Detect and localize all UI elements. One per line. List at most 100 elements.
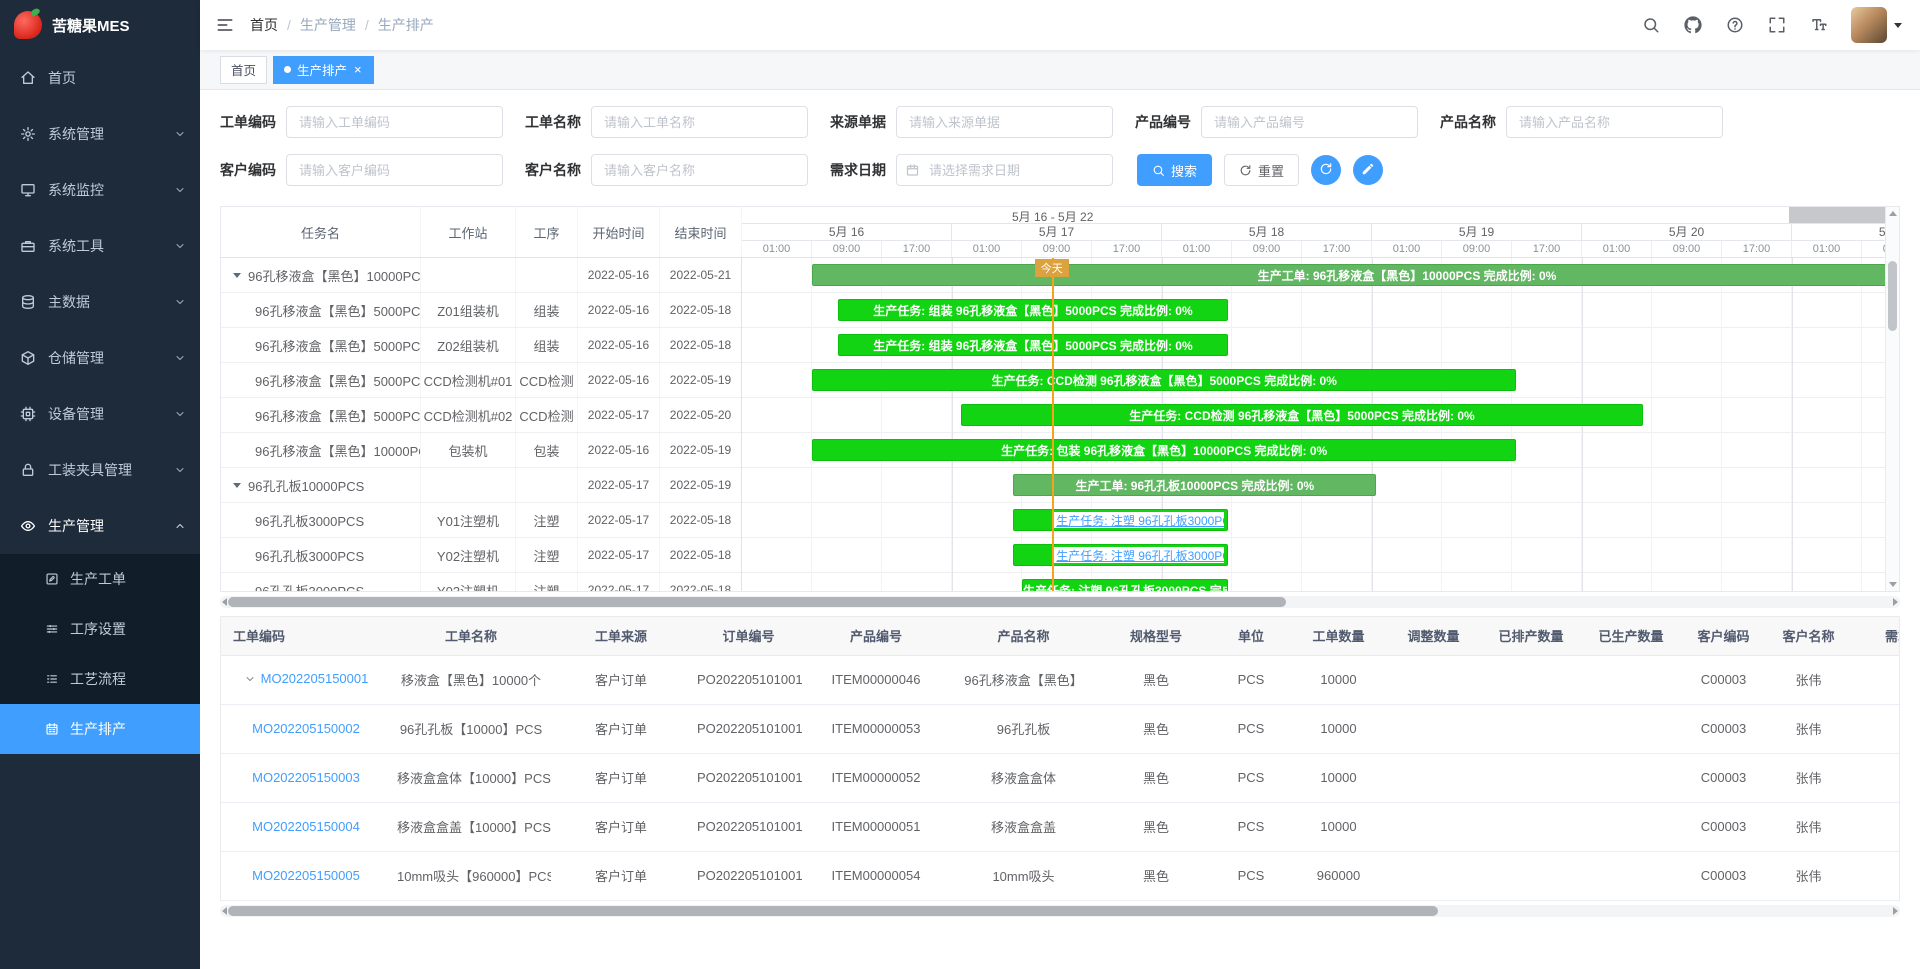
gantt-task-bar[interactable]: 生产任务: 注塑 96孔孔板3000PCS 完成比例: 0% [1013, 544, 1227, 566]
gantt-horizontal-scrollbar-thumb[interactable] [228, 597, 1286, 607]
orders-horizontal-scrollbar-thumb[interactable] [228, 906, 1438, 916]
filter-fields-row1: 工单编码工单名称来源单据产品编号产品名称 [220, 106, 1723, 138]
product-code-input[interactable] [1201, 106, 1418, 138]
order-spec: 黑色 [1101, 851, 1211, 900]
gantt-task-row[interactable]: 96孔移液盒【黑色】5000PCSZ01组装机组装2022-05-162022-… [221, 293, 741, 328]
scroll-left-icon[interactable] [222, 598, 227, 606]
edit-button[interactable] [1353, 155, 1383, 185]
product-name-input[interactable] [1506, 106, 1723, 138]
order-code-link[interactable]: MO202205150001 [261, 671, 369, 686]
expand-caret-icon[interactable] [233, 273, 241, 278]
orders-col-header: 客户编码 [1681, 617, 1766, 655]
github-icon[interactable] [1683, 15, 1703, 35]
refresh-button[interactable] [1311, 155, 1341, 185]
order-row[interactable]: MO202205150004移液盒盒盖【10000】PCS客户订单PO20220… [221, 802, 1900, 851]
order-qty: 10000 [1291, 655, 1386, 704]
gantt-task-row[interactable]: 96孔移液盒【黑色】5000PCSCCD检测机#02CCD检测2022-05-1… [221, 398, 741, 433]
scroll-down-icon[interactable] [1889, 582, 1897, 587]
gantt-task-bar[interactable]: 生产任务: 包装 96孔移液盒【黑色】10000PCS 完成比例: 0% [812, 439, 1516, 461]
sidebar-item-master-data[interactable]: 主数据 [0, 274, 200, 330]
scroll-left-icon[interactable] [222, 907, 227, 915]
filter-label: 来源单据 [830, 112, 886, 132]
order-source: 客户订单 [551, 655, 691, 704]
gantt-task-bar[interactable]: 生产任务: 注塑 96孔孔板3000PCS 完成比例: 0% [1013, 509, 1227, 531]
expand-caret-icon[interactable] [244, 673, 256, 685]
font-size-icon[interactable] [1809, 15, 1829, 35]
start-time-cell: 2022-05-16 [578, 433, 660, 467]
order-row[interactable]: MO20220515000296孔孔板【10000】PCS客户订单PO20220… [221, 704, 1900, 753]
gantt-task-row[interactable]: 96孔孔板10000PCS2022-05-172022-05-19 [221, 468, 741, 503]
order-code-cell: MO202205150001 [221, 655, 391, 704]
source-doc-input[interactable] [896, 106, 1113, 138]
gantt-task-bar[interactable]: 生产任务: CCD检测 96孔移液盒【黑色】5000PCS 完成比例: 0% [961, 404, 1644, 426]
order-code-link[interactable]: MO202205150004 [252, 819, 360, 834]
reset-button[interactable]: 重置 [1224, 154, 1299, 186]
sidebar-item-fixture[interactable]: 工装夹具管理 [0, 442, 200, 498]
sidebar-item-production[interactable]: 生产管理 [0, 498, 200, 554]
gantt-task-row[interactable]: 96孔移液盒【黑色】10000PCS包装机包装2022-05-162022-05… [221, 433, 741, 468]
sidebar-item-warehouse[interactable]: 仓储管理 [0, 330, 200, 386]
gantt-col-header: 任务名 [221, 207, 421, 257]
gantt-order-bar[interactable]: 生产工单: 96孔孔板10000PCS 完成比例: 0% [1013, 474, 1376, 496]
tab-首页[interactable]: 首页 [220, 56, 267, 84]
gantt-task-row[interactable]: 96孔孔板3000PCSY03注塑机注塑2022-05-172022-05-18 [221, 573, 741, 591]
order-row[interactable]: MO202205150001移液盒【黑色】10000个客户订单PO2022051… [221, 655, 1900, 704]
gantt-task-bar[interactable]: 生产任务: 组装 96孔移液盒【黑色】5000PCS 完成比例: 0% [838, 334, 1227, 356]
gantt-bar-link[interactable]: 生产任务: 注塑 96孔孔板3000PCS 完成比例: 0% [1052, 547, 1223, 563]
gantt-bar-label: 生产任务: 组装 96孔移液盒【黑色】5000PCS 完成比例: 0% [873, 302, 1192, 319]
sidebar-item-equipment[interactable]: 设备管理 [0, 386, 200, 442]
hamburger-icon[interactable] [214, 14, 236, 36]
orders-horizontal-scrollbar[interactable] [220, 905, 1900, 917]
order-row[interactable]: MO20220515000510mm吸头【960000】PCS客户订单PO202… [221, 851, 1900, 900]
breadcrumb-item[interactable]: 首页 [250, 15, 278, 35]
tab-生产排产[interactable]: 生产排产× [273, 56, 374, 84]
sidebar-item-process-flow[interactable]: 工艺流程 [0, 654, 200, 704]
orders-col-header: 需求日期 [1851, 617, 1900, 655]
gantt-task-bar[interactable]: 生产任务: 组装 96孔移液盒【黑色】5000PCS 完成比例: 0% [838, 299, 1227, 321]
sidebar-item-scheduling[interactable]: 生产排产 [0, 704, 200, 754]
sidebar-item-process-setting[interactable]: 工序设置 [0, 604, 200, 654]
gantt-task-bar[interactable]: 生产任务: CCD检测 96孔移液盒【黑色】5000PCS 完成比例: 0% [812, 369, 1516, 391]
customer-code-input[interactable] [286, 154, 503, 186]
gantt-bar-link[interactable]: 生产任务: 注塑 96孔孔板3000PCS 完成比例: 0% [1052, 512, 1223, 528]
search-icon[interactable] [1641, 15, 1661, 35]
sidebar-item-work-order[interactable]: 生产工单 [0, 554, 200, 604]
order-source: 客户订单 [551, 851, 691, 900]
close-icon[interactable]: × [353, 63, 363, 76]
gantt-task-row[interactable]: 96孔孔板3000PCSY02注塑机注塑2022-05-172022-05-18 [221, 538, 741, 573]
sidebar-item-system-manage[interactable]: 系统管理 [0, 106, 200, 162]
gantt-vertical-scrollbar[interactable] [1885, 207, 1899, 591]
customer-name-input[interactable] [591, 154, 808, 186]
gantt-horizontal-scrollbar[interactable] [220, 596, 1900, 608]
gantt-tick-label: 09:00 [1022, 241, 1092, 257]
sidebar-item-system-monitor[interactable]: 系统监控 [0, 162, 200, 218]
gantt-task-row[interactable]: 96孔移液盒【黑色】5000PCSZ02组装机组装2022-05-162022-… [221, 328, 741, 363]
orders-col-header: 工单来源 [551, 617, 691, 655]
demand-date-input[interactable] [896, 154, 1113, 186]
order-code-input[interactable] [286, 106, 503, 138]
gantt-task-row[interactable]: 96孔移液盒【黑色】5000PCSCCD检测机#01CCD检测2022-05-1… [221, 363, 741, 398]
scroll-right-icon[interactable] [1893, 598, 1898, 606]
order-name-input[interactable] [591, 106, 808, 138]
gantt-task-row[interactable]: 96孔移液盒【黑色】10000PCS2022-05-162022-05-21 [221, 258, 741, 293]
expand-caret-icon[interactable] [233, 483, 241, 488]
process-cell [516, 258, 578, 292]
refresh-icon [1239, 164, 1252, 177]
user-menu[interactable] [1851, 7, 1902, 43]
help-icon[interactable] [1725, 15, 1745, 35]
fullscreen-icon[interactable] [1767, 15, 1787, 35]
order-code-link[interactable]: MO202205150003 [252, 770, 360, 785]
task-name-cell: 96孔移液盒【黑色】10000PCS [221, 433, 421, 467]
sidebar-item-system-tools[interactable]: 系统工具 [0, 218, 200, 274]
gantt-vertical-scrollbar-thumb[interactable] [1888, 261, 1897, 331]
gantt-task-row[interactable]: 96孔孔板3000PCSY01注塑机注塑2022-05-172022-05-18 [221, 503, 741, 538]
order-row[interactable]: MO202205150003移液盒盒体【10000】PCS客户订单PO20220… [221, 753, 1900, 802]
sidebar-item-home[interactable]: 首页 [0, 50, 200, 106]
order-product-name: 96孔孔板 [946, 704, 1101, 753]
order-code-link[interactable]: MO202205150005 [252, 868, 360, 883]
order-code-link[interactable]: MO202205150002 [252, 721, 360, 736]
scroll-up-icon[interactable] [1889, 211, 1897, 216]
search-button[interactable]: 搜索 [1137, 154, 1212, 186]
scroll-right-icon[interactable] [1893, 907, 1898, 915]
gantt-order-bar[interactable]: 生产工单: 96孔移液盒【黑色】10000PCS 完成比例: 0% [812, 264, 1885, 286]
